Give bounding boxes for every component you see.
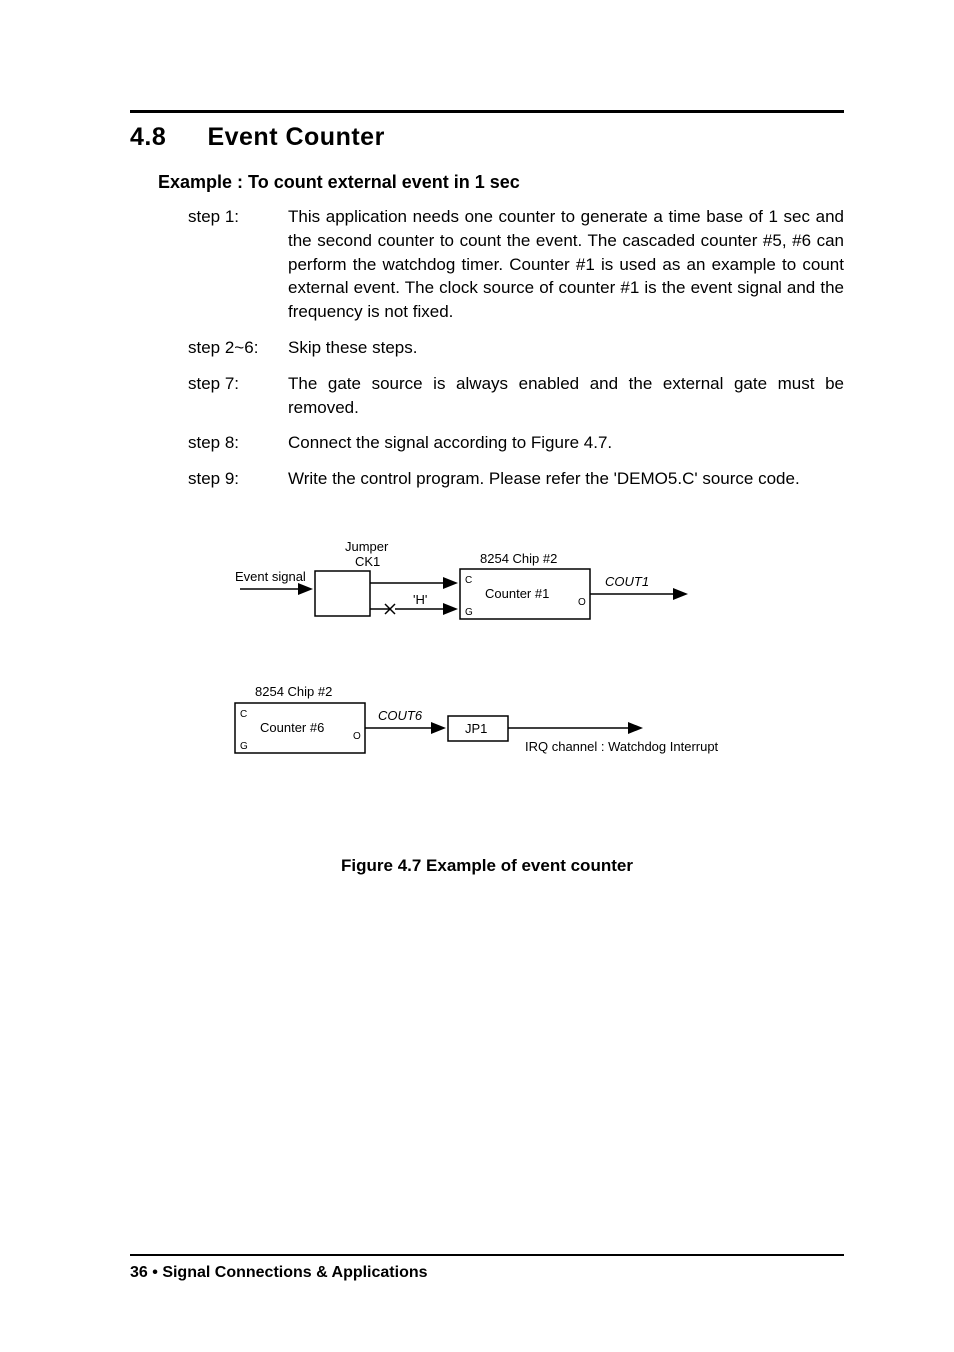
figure-caption: Figure 4.7 Example of event counter — [130, 856, 844, 876]
label-chip2-top: 8254 Chip #2 — [480, 551, 557, 566]
label-counter1: Counter #1 — [485, 586, 549, 601]
footer-text: 36 • Signal Connections & Applications — [130, 1264, 844, 1282]
step-body: This application needs one counter to ge… — [288, 205, 844, 324]
step-row-8: step 8: Connect the signal according to … — [188, 431, 844, 455]
label-cout6: COUT6 — [378, 708, 423, 723]
page-number: 36 — [130, 1264, 148, 1281]
port-g: G — [465, 607, 473, 618]
step-label: step 1: — [188, 205, 288, 324]
label-cout1: COUT1 — [605, 574, 649, 589]
footer-divider — [130, 1254, 844, 1256]
label-jp1: JP1 — [465, 721, 487, 736]
step-label: step 8: — [188, 431, 288, 455]
label-chip2-bot: 8254 Chip #2 — [255, 684, 332, 699]
diagram-svg: Event signal Jumper CK1 'H' 8254 Chip #2… — [130, 521, 845, 841]
label-irq: IRQ channel : Watchdog Interrupt — [525, 739, 719, 754]
section-heading: 4.8 Event Counter — [130, 123, 844, 152]
diagram-figure: Event signal Jumper CK1 'H' 8254 Chip #2… — [130, 521, 844, 861]
label-event-signal: Event signal — [235, 569, 306, 584]
step-body: Write the control program. Please refer … — [288, 467, 844, 491]
step-row-1: step 1: This application needs one count… — [188, 205, 844, 324]
footer-section-title: Signal Connections & Applications — [162, 1264, 427, 1281]
port-c-2: C — [240, 709, 247, 720]
port-o-2: O — [353, 731, 361, 742]
footer-bullet: • — [152, 1264, 158, 1281]
step-row-7: step 7: The gate source is always enable… — [188, 372, 844, 420]
step-row-9: step 9: Write the control program. Pleas… — [188, 467, 844, 491]
port-o: O — [578, 597, 586, 608]
label-h: 'H' — [413, 592, 427, 607]
label-jumper: Jumper — [345, 539, 389, 554]
section-divider-top — [130, 110, 844, 113]
step-body: Skip these steps. — [288, 336, 844, 360]
step-body: Connect the signal according to Figure 4… — [288, 431, 844, 455]
step-body: The gate source is always enabled and th… — [288, 372, 844, 420]
port-c: C — [465, 575, 472, 586]
page-footer: 36 • Signal Connections & Applications — [130, 1254, 844, 1282]
port-g-2: G — [240, 741, 248, 752]
step-row-2: step 2~6: Skip these steps. — [188, 336, 844, 360]
section-title-text: Event Counter — [207, 123, 384, 151]
jumper-box — [315, 571, 370, 616]
label-ck1: CK1 — [355, 554, 380, 569]
label-counter6: Counter #6 — [260, 720, 324, 735]
step-label: step 7: — [188, 372, 288, 420]
example-title: Example : To count external event in 1 s… — [158, 172, 844, 193]
step-label: step 2~6: — [188, 336, 288, 360]
step-label: step 9: — [188, 467, 288, 491]
section-number: 4.8 — [130, 123, 200, 152]
